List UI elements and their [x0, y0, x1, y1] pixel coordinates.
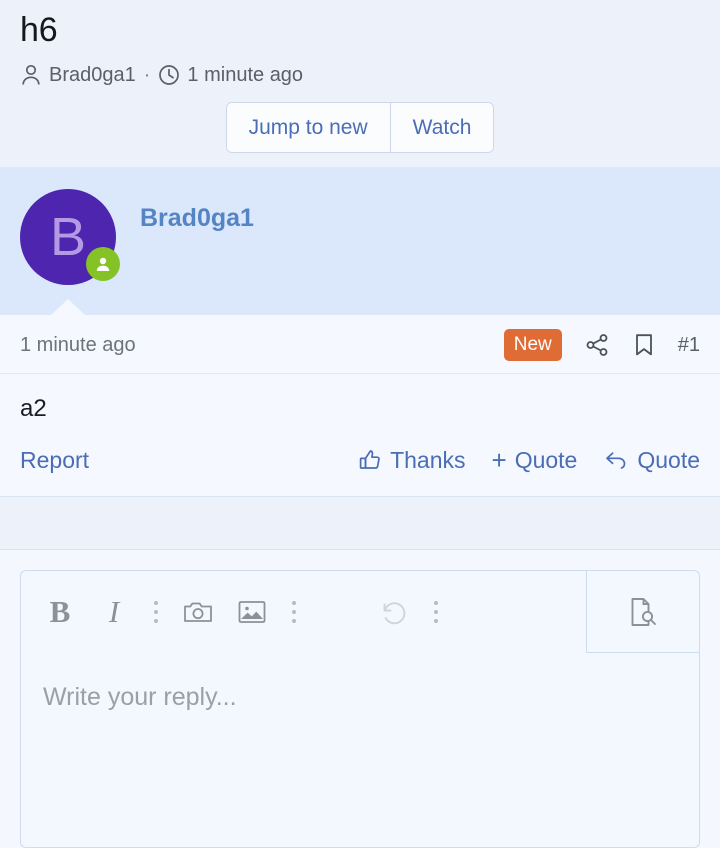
more-vertical-icon-3[interactable]	[423, 601, 449, 623]
reply-quote-label: Quote	[637, 447, 700, 473]
bold-button[interactable]: B	[35, 583, 85, 641]
thanks-button[interactable]: Thanks	[358, 446, 466, 474]
more-vertical-icon[interactable]	[143, 601, 169, 623]
bookmark-icon[interactable]	[632, 332, 656, 358]
thread-author[interactable]: Brad0ga1	[49, 62, 136, 88]
clock-icon	[158, 64, 180, 86]
post-footer-right: Thanks + Quote Quote	[358, 446, 700, 474]
reply-input[interactable]: Write your reply...	[21, 654, 699, 740]
online-status-icon	[86, 247, 120, 281]
image-button[interactable]	[227, 583, 277, 641]
post-number[interactable]: #1	[678, 334, 700, 357]
post-body: a2	[20, 395, 47, 422]
thread-page: h6 Brad0ga1 · 1 minute ago Jump to new W…	[0, 0, 720, 848]
thumbs-up-icon	[358, 448, 382, 472]
status-badge[interactable]: New	[503, 329, 562, 361]
thread-meta: Brad0ga1 · 1 minute ago	[20, 62, 700, 88]
reply-quote-button[interactable]: Quote	[603, 446, 700, 474]
camera-icon	[183, 598, 213, 626]
post-meta-actions: New #1	[503, 329, 700, 361]
thanks-label: Thanks	[390, 447, 466, 473]
share-icon[interactable]	[584, 332, 610, 358]
italic-button[interactable]: I	[89, 583, 139, 641]
add-quote-button[interactable]: + Quote	[492, 446, 578, 474]
report-link[interactable]: Report	[20, 446, 89, 474]
reply-editor-area: B I Write your reply...	[0, 550, 720, 848]
editor-toolbar: B I	[21, 571, 699, 654]
thread-button-group: Jump to new Watch	[225, 102, 495, 153]
meta-separator: ·	[143, 64, 151, 86]
undo-icon	[378, 598, 410, 626]
image-icon	[237, 598, 267, 626]
header-actions: Jump to new Watch	[20, 102, 700, 153]
camera-button[interactable]	[173, 583, 223, 641]
jump-to-new-button[interactable]: Jump to new	[226, 103, 390, 152]
editor-toolbar-main: B I	[21, 571, 586, 653]
reply-editor: B I Write your reply...	[20, 570, 700, 848]
reply-arrow-icon	[603, 448, 629, 472]
post-meta-row: 1 minute ago New #1	[0, 315, 720, 374]
thread-header: h6 Brad0ga1 · 1 minute ago Jump to new W…	[0, 0, 720, 167]
post-article: B Brad0ga1 1 minute ago New #1 a2 Report…	[0, 167, 720, 496]
post-username[interactable]: Brad0ga1	[140, 203, 254, 233]
plus-icon: +	[491, 445, 507, 475]
thread-nav-strip	[0, 496, 720, 550]
watch-button[interactable]: Watch	[389, 103, 494, 152]
undo-button[interactable]	[369, 583, 419, 641]
post-footer: Report Thanks + Quote Quote	[0, 428, 720, 496]
avatar[interactable]: B	[20, 189, 120, 285]
page-title: h6	[20, 11, 58, 49]
add-quote-label: Quote	[514, 447, 578, 473]
post-date[interactable]: 1 minute ago	[20, 334, 504, 357]
preview-document-icon	[626, 595, 660, 629]
more-vertical-icon-2[interactable]	[281, 601, 307, 623]
preview-button[interactable]	[586, 571, 699, 653]
thread-time: 1 minute ago	[187, 64, 304, 86]
user-icon	[20, 63, 42, 87]
post-user-bar: B Brad0ga1	[0, 167, 720, 316]
post-footer-left: Report	[20, 446, 358, 474]
